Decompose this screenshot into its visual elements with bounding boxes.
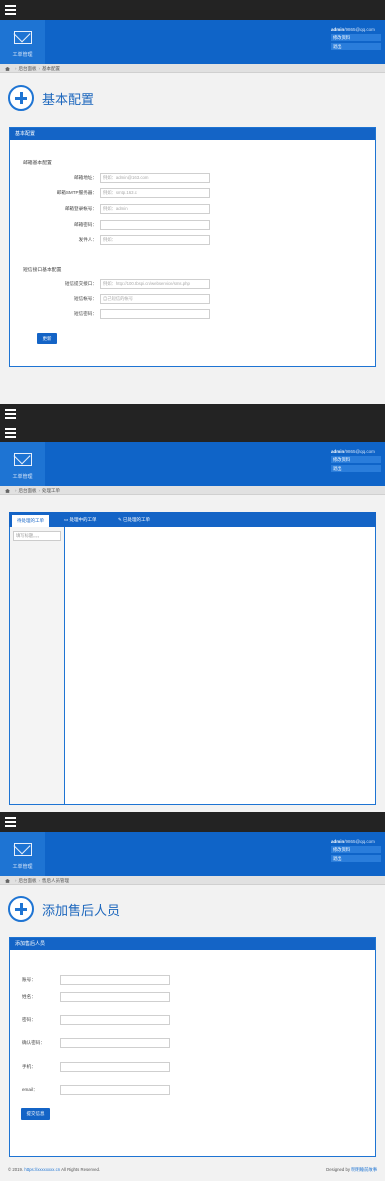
form-row: 邮箱SMTP服务器： 例如：smtp.163.c: [10, 188, 230, 199]
page-header: 基本配置: [8, 85, 208, 115]
nav-label: 工单管理: [12, 864, 33, 870]
page-title: 添加售后人员: [42, 903, 121, 918]
top-bar: [0, 812, 385, 832]
breadcrumb-item: 售后人员管理: [42, 878, 69, 883]
mail-address-input[interactable]: 例如：admin@163.com: [100, 173, 210, 183]
form-row: 邮箱地址： 例如：admin@163.com: [10, 173, 230, 184]
breadcrumb-item[interactable]: 后台面板: [19, 488, 37, 493]
sender-input[interactable]: 例如：: [100, 235, 210, 245]
tab-pending[interactable]: 待处理的工单: [11, 514, 50, 527]
nav-ticket-management[interactable]: 工单管理: [0, 832, 45, 876]
logout-button[interactable]: 退出: [331, 465, 381, 472]
edit-profile-button[interactable]: 修改资料: [331, 34, 381, 41]
home-icon[interactable]: [5, 878, 10, 883]
smtp-server-input[interactable]: 例如：smtp.163.c: [100, 188, 210, 198]
panel-title: 基本配置: [10, 128, 375, 140]
update-button[interactable]: 更新: [37, 333, 57, 344]
ticket-list-sidebar: 填写标题。。。: [10, 527, 65, 804]
nav-ticket-management[interactable]: 工单管理: [0, 442, 45, 486]
header: 工单管理 admin/9865@qq.com 修改资料 退出: [0, 20, 385, 64]
menu-icon[interactable]: [5, 817, 16, 827]
edit-profile-button[interactable]: 修改资料: [331, 846, 381, 853]
top-bar: [0, 404, 385, 442]
panel-title: 添加售后人员: [10, 938, 375, 950]
logout-button[interactable]: 退出: [331, 43, 381, 50]
plus-circle-icon: [8, 896, 34, 922]
form-row: email：: [10, 1085, 230, 1096]
confirm-password-input[interactable]: [60, 1038, 170, 1048]
envelope-icon: [14, 843, 32, 856]
form-row: 账号：: [10, 975, 230, 986]
footer-link[interactable]: https://xxxxxxxx.cn: [24, 1167, 60, 1172]
ticket-search-input[interactable]: 填写标题。。。: [13, 531, 61, 541]
user-menu: admin/9865@qq.com 修改资料 退出: [331, 839, 381, 862]
form-row: 发件人： 例如：: [10, 235, 230, 246]
phone-input[interactable]: [60, 1062, 170, 1072]
form-row: 短信密码：: [10, 309, 230, 320]
envelope-icon: [14, 31, 32, 44]
header: 工单管理 admin/9865@qq.com 修改资料 退出: [0, 832, 385, 876]
form-row: 密码：: [10, 1015, 230, 1026]
sms-endpoint-input[interactable]: 例如：http://100.tbspi.cn/webservice/sms.ph…: [100, 279, 210, 289]
nav-label: 工单管理: [12, 474, 33, 480]
password-input[interactable]: [60, 1015, 170, 1025]
mail-password-input[interactable]: [100, 220, 210, 230]
ticket-workspace: 填写标题。。。: [9, 527, 376, 805]
menu-icon[interactable]: [5, 428, 16, 438]
form-row: 短信提交接口： 例如：http://100.tbspi.cn/webservice…: [10, 279, 230, 290]
logout-button[interactable]: 退出: [331, 855, 381, 862]
mail-account-input[interactable]: 例如：admin: [100, 204, 210, 214]
submit-button[interactable]: 提交信息: [21, 1108, 50, 1120]
header: 工单管理 admin/9865@qq.com 修改资料 退出: [0, 442, 385, 486]
home-icon[interactable]: [5, 66, 10, 71]
nav-ticket-management[interactable]: 工单管理: [0, 20, 45, 64]
tab-processed[interactable]: ✎ 已处理的工单: [113, 512, 155, 527]
form-row: 邮箱密码：: [10, 220, 230, 231]
user-menu: admin/9865@qq.com 修改资料 退出: [331, 449, 381, 472]
plus-circle-icon: [8, 85, 34, 111]
form-row: 姓名：: [10, 992, 230, 1003]
user-menu: admin/9865@qq.com 修改资料 退出: [331, 27, 381, 50]
form-row: 邮箱登录帐号： 例如：admin: [10, 204, 230, 215]
breadcrumb-item[interactable]: 后台面板: [19, 878, 37, 883]
page-title: 基本配置: [42, 92, 95, 107]
breadcrumb-item: 处理工单: [42, 488, 60, 493]
edit-profile-button[interactable]: 修改资料: [331, 456, 381, 463]
breadcrumb-item[interactable]: 后台面板: [19, 66, 37, 71]
sms-password-input[interactable]: [100, 309, 210, 319]
form-row: 确认密码：: [10, 1038, 230, 1049]
breadcrumb: › 后台面板 › 售后人员管理: [0, 876, 385, 885]
copyright-text: © 2019.: [8, 1167, 24, 1172]
page-header: 添加售后人员: [8, 896, 208, 926]
sms-account-input[interactable]: 自己短信的帐号: [100, 294, 210, 304]
breadcrumb: › 后台面板 › 处理工单: [0, 486, 385, 495]
home-icon[interactable]: [5, 488, 10, 493]
account-input[interactable]: [60, 975, 170, 985]
menu-icon[interactable]: [5, 409, 16, 419]
footer: © 2019. https://xxxxxxxx.cn All Rights R…: [0, 1164, 385, 1176]
tab-processing[interactable]: ▭ 处理中的工单: [59, 512, 102, 527]
designed-by-text: Designed by: [326, 1167, 351, 1172]
section-title-mail: 邮箱基本配置: [23, 161, 52, 166]
designer-link[interactable]: 明明睡前故事: [351, 1167, 377, 1172]
add-staff-panel: 添加售后人员 账号： 姓名： 密码： 确认密码： 手机： email： 提交信息: [9, 937, 376, 1157]
breadcrumb: › 后台面板 › 基本配置: [0, 64, 385, 73]
rights-text: All Rights Reserved.: [61, 1167, 101, 1172]
top-bar: [0, 0, 385, 20]
form-row: 手机：: [10, 1062, 230, 1073]
config-panel: 基本配置 邮箱基本配置 邮箱地址： 例如：admin@163.com 邮箱SMTP…: [9, 127, 376, 367]
ticket-tabs: 待处理的工单 ▭ 处理中的工单 ✎ 已处理的工单: [9, 512, 376, 527]
form-row: 短信帐号： 自己短信的帐号: [10, 294, 230, 305]
email-input[interactable]: [60, 1085, 170, 1095]
breadcrumb-item: 基本配置: [42, 66, 60, 71]
name-input[interactable]: [60, 992, 170, 1002]
section-title-sms: 短信接口基本配置: [23, 268, 62, 273]
user-account: admin/9865@qq.com: [331, 839, 375, 844]
user-account: admin/9865@qq.com: [331, 449, 375, 454]
menu-icon[interactable]: [5, 5, 16, 15]
envelope-icon: [14, 453, 32, 466]
user-account: admin/9865@qq.com: [331, 27, 375, 32]
nav-label: 工单管理: [12, 52, 33, 58]
